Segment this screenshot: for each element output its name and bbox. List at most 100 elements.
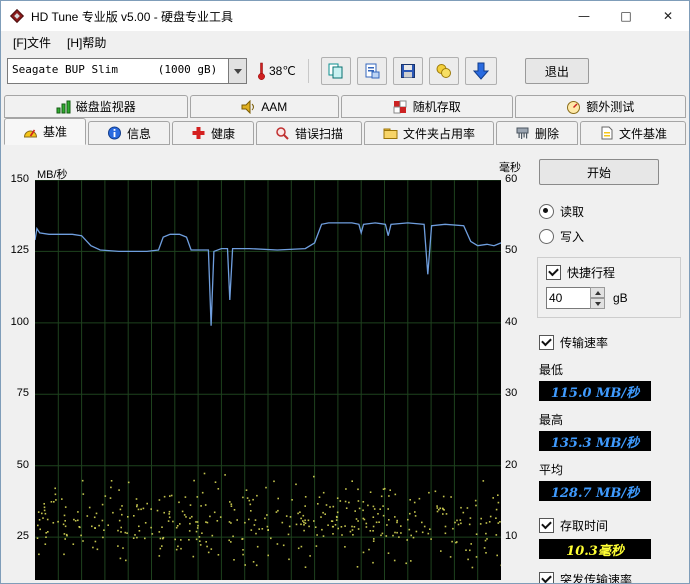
tab-label: 随机存取	[412, 100, 461, 114]
save-button[interactable]	[392, 57, 423, 85]
chart-area: MB/秒 毫秒 150 125 100 75 50 25 60 50 40 30 20 10	[1, 145, 525, 583]
tab-label: 错误扫描	[294, 126, 343, 141]
extra-tests-icon	[567, 100, 581, 114]
download-arrow-icon	[472, 62, 489, 80]
temperature-value: 38℃	[269, 64, 296, 78]
y-left-tick: 100	[10, 315, 29, 328]
registration-button[interactable]	[428, 57, 459, 85]
maximize-button[interactable]: □	[605, 1, 647, 31]
tab-random-access[interactable]: 随机存取	[341, 95, 513, 118]
y-left-tick: 125	[10, 244, 29, 257]
min-label: 最低	[539, 363, 564, 377]
short-stroke-label: 快捷行程	[567, 266, 616, 280]
tab-error-scan[interactable]: 错误扫描	[256, 121, 362, 145]
tab-label: 信息	[126, 126, 151, 141]
tab-folder-usage[interactable]: 文件夹占用率	[364, 121, 494, 145]
menu-bar: [F]文件 [H]帮助	[1, 31, 689, 53]
save-icon	[400, 64, 415, 78]
spin-down-icon[interactable]	[590, 298, 605, 309]
drive-select-value: Seagate BUP Slim (1000 gB)	[12, 63, 218, 76]
y-right-tick: 50	[505, 244, 518, 257]
transfer-rate-option[interactable]: 传输速率	[539, 334, 685, 351]
drive-select[interactable]: Seagate BUP Slim (1000 gB)	[7, 58, 247, 84]
update-download-button[interactable]	[464, 57, 497, 85]
window-title: HD Tune 专业版 v5.00 - 硬盘专业工具	[31, 9, 234, 24]
copy-text-icon	[365, 63, 380, 79]
burst-rate-checkbox[interactable]	[539, 572, 554, 583]
copy-text-button[interactable]	[356, 57, 387, 85]
disk-monitor-icon	[56, 100, 71, 113]
tab-extra-tests[interactable]: 额外测试	[514, 95, 686, 118]
burst-rate-label: 突发传输速率	[560, 573, 633, 584]
app-window: HD Tune 专业版 v5.00 - 硬盘专业工具 — □ ✕ [F]文件 […	[0, 0, 690, 584]
minimize-button[interactable]: —	[563, 1, 605, 31]
benchmark-chart	[35, 180, 501, 580]
y-left-tick: 50	[16, 458, 29, 471]
tab-label: 额外测试	[586, 100, 635, 114]
tab-row-secondary: 磁盘监视器 AAM 随机存取 额外测试	[1, 95, 689, 118]
copy-screenshot-button[interactable]	[320, 57, 351, 85]
read-radio[interactable]	[539, 204, 554, 219]
read-label: 读取	[560, 205, 585, 219]
temperature-indicator: 38℃	[257, 61, 296, 81]
tab-label: AAM	[261, 99, 288, 114]
y-left-tick: 25	[16, 530, 29, 543]
menu-file[interactable]: [F]文件	[5, 32, 59, 53]
tab-erase[interactable]: 删除	[496, 121, 578, 145]
start-button[interactable]: 开始	[539, 159, 659, 185]
transfer-rate-label: 传输速率	[560, 336, 609, 350]
max-label: 最高	[539, 413, 564, 427]
min-value: 115.0 MB/秒	[539, 381, 651, 401]
tab-info[interactable]: 信息	[88, 121, 170, 145]
tab-label: 健康	[210, 126, 235, 141]
tab-health[interactable]: 健康	[172, 121, 254, 145]
folder-icon	[383, 128, 398, 139]
short-stroke-unit: gB	[613, 291, 628, 305]
short-stroke-checkbox[interactable]	[546, 265, 561, 280]
short-stroke-option[interactable]: 快捷行程	[546, 264, 678, 281]
y-left-tick: 75	[16, 387, 29, 400]
y-right-tick: 60	[505, 173, 518, 185]
spin-up-icon[interactable]	[590, 287, 605, 298]
tab-file-benchmark[interactable]: 文件基准	[580, 121, 686, 145]
write-radio[interactable]	[539, 229, 554, 244]
transfer-rate-checkbox[interactable]	[539, 335, 554, 350]
tab-disk-monitor[interactable]: 磁盘监视器	[4, 95, 188, 118]
access-time-checkbox[interactable]	[539, 518, 554, 533]
tab-label: 基准	[42, 125, 67, 139]
avg-value: 128.7 MB/秒	[539, 481, 651, 501]
copy-icon	[328, 63, 343, 79]
exit-button[interactable]: 退出	[524, 58, 589, 84]
controls-panel: 开始 读取 写入 快捷行程 40 gB 传输速率 最低 115.0 MB/秒 最…	[533, 145, 685, 584]
health-cross-icon	[192, 127, 205, 139]
tab-label: 文件基准	[618, 126, 667, 141]
menu-help[interactable]: [H]帮助	[59, 32, 114, 53]
erase-icon	[516, 127, 529, 139]
write-option[interactable]: 写入	[539, 228, 685, 245]
random-access-icon	[393, 100, 407, 113]
toolbar-separator	[307, 59, 309, 83]
access-time-value: 10.3毫秒	[539, 539, 651, 559]
tab-aam[interactable]: AAM	[189, 95, 339, 118]
toolbar: Seagate BUP Slim (1000 gB) 38℃ 退出	[1, 53, 689, 89]
tab-benchmark[interactable]: 基准	[4, 118, 86, 145]
y-left-tick: 150	[10, 173, 29, 185]
read-option[interactable]: 读取	[539, 203, 685, 220]
title-bar: HD Tune 专业版 v5.00 - 硬盘专业工具 — □ ✕	[1, 1, 689, 31]
short-stroke-size-input[interactable]	[546, 287, 592, 309]
tab-label: 删除	[534, 126, 559, 141]
tab-label: 文件夹占用率	[402, 126, 475, 141]
file-benchmark-icon	[601, 126, 613, 140]
y-right-tick: 10	[505, 530, 518, 543]
burst-rate-option[interactable]: 突发传输速率	[539, 571, 685, 584]
close-button[interactable]: ✕	[647, 1, 689, 31]
dropdown-arrow-icon[interactable]	[228, 59, 246, 83]
app-icon	[9, 8, 25, 24]
short-stroke-group: 快捷行程 gB	[537, 257, 681, 318]
avg-label: 平均	[539, 463, 564, 477]
access-time-option[interactable]: 存取时间	[539, 517, 685, 534]
speaker-icon	[241, 99, 255, 114]
info-icon	[107, 126, 121, 140]
coins-icon	[436, 64, 451, 78]
benchmark-icon	[23, 129, 37, 137]
